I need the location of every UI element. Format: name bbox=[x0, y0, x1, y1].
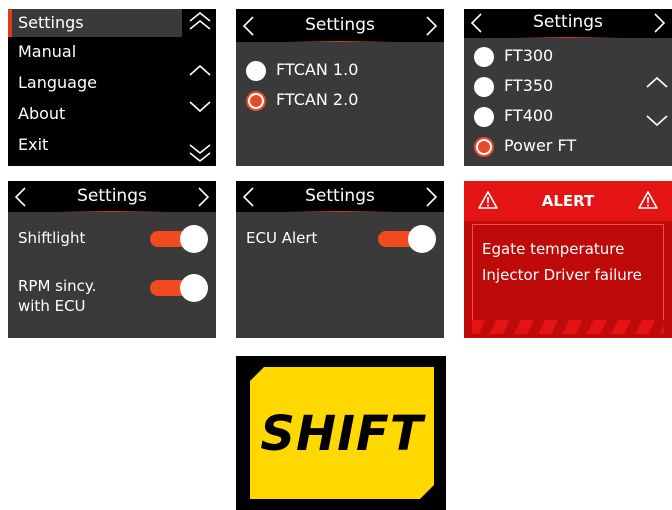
chevron-right-icon[interactable] bbox=[650, 12, 668, 34]
model-screen: Settings FT300 FT350 FT400 Power FT bbox=[464, 9, 672, 166]
radio-button[interactable] bbox=[246, 61, 266, 81]
chevron-up-icon[interactable] bbox=[187, 61, 213, 81]
shift-light-screen: SHIFT bbox=[236, 356, 446, 510]
header-accent-line bbox=[57, 211, 167, 212]
chevron-up-icon[interactable] bbox=[644, 73, 670, 93]
alert-message: Injector Driver failure bbox=[482, 266, 642, 284]
shiftlight-settings-screen: Settings Shiftlight RPM sincy. with ECU bbox=[8, 181, 216, 338]
alert-panel: ALERT Egate temperature Injector Driver … bbox=[464, 181, 672, 338]
screen-title: Settings bbox=[305, 15, 375, 35]
can-protocol-screen: Settings FTCAN 1.0 FTCAN 2.0 bbox=[236, 9, 444, 166]
alert-message: Egate temperature bbox=[482, 240, 625, 258]
screen-title: Settings bbox=[533, 12, 603, 32]
header-bar: Settings bbox=[236, 181, 444, 212]
alert-message-frame: Egate temperature Injector Driver failur… bbox=[472, 224, 664, 334]
ecu-alert-settings-screen: Settings ECU Alert bbox=[236, 181, 444, 338]
shift-label: SHIFT bbox=[260, 406, 424, 462]
radio-label: FT350 bbox=[504, 76, 554, 95]
rpm-sync-label-line-1: RPM sincy. bbox=[18, 277, 97, 295]
radio-button-selected[interactable] bbox=[474, 137, 494, 157]
ecu-alert-toggle[interactable] bbox=[378, 225, 436, 253]
rpm-sync-label: RPM sincy. with ECU bbox=[18, 276, 96, 316]
shiftlight-toggle[interactable] bbox=[150, 225, 208, 253]
ecu-alert-label: ECU Alert bbox=[246, 229, 318, 247]
radio-button[interactable] bbox=[474, 77, 494, 97]
header-accent-line bbox=[285, 41, 395, 42]
menu-item-settings[interactable]: Settings bbox=[8, 9, 182, 37]
double-chevron-up-icon[interactable] bbox=[187, 11, 213, 31]
hazard-stripes bbox=[472, 320, 664, 334]
menu-screen: Settings Manual Language About Exit bbox=[8, 9, 216, 166]
radio-label: FT300 bbox=[504, 46, 554, 65]
warning-icon bbox=[638, 191, 658, 209]
chevron-down-icon[interactable] bbox=[644, 111, 670, 131]
double-chevron-down-icon[interactable] bbox=[187, 143, 213, 163]
chevron-down-icon[interactable] bbox=[187, 97, 213, 117]
header-accent-line bbox=[513, 37, 623, 38]
menu-item-exit[interactable]: Exit bbox=[8, 131, 182, 159]
radio-label: Power FT bbox=[504, 136, 577, 155]
alert-screen: ALERT Egate temperature Injector Driver … bbox=[464, 181, 672, 338]
shiftlight-label: Shiftlight bbox=[18, 229, 86, 247]
toggle-knob bbox=[180, 274, 208, 302]
chevron-right-icon[interactable] bbox=[194, 186, 212, 208]
rpm-sync-label-line-2: with ECU bbox=[18, 297, 86, 315]
alert-header: ALERT bbox=[464, 181, 672, 221]
chevron-right-icon[interactable] bbox=[422, 186, 440, 208]
header-accent-line bbox=[285, 211, 395, 212]
radio-label: FTCAN 2.0 bbox=[276, 90, 359, 109]
radio-button-selected[interactable] bbox=[246, 91, 266, 111]
radio-button[interactable] bbox=[474, 47, 494, 67]
menu-item-manual[interactable]: Manual bbox=[8, 38, 182, 66]
header-bar: Settings bbox=[464, 9, 672, 38]
radio-label: FT400 bbox=[504, 106, 554, 125]
menu-item-about[interactable]: About bbox=[8, 100, 182, 128]
header-bar: Settings bbox=[8, 181, 216, 212]
chevron-right-icon[interactable] bbox=[422, 15, 440, 37]
toggle-knob bbox=[408, 225, 436, 253]
rpm-sync-toggle[interactable] bbox=[150, 274, 208, 302]
toggle-knob bbox=[180, 225, 208, 253]
menu-item-language[interactable]: Language bbox=[8, 69, 182, 97]
radio-button[interactable] bbox=[474, 107, 494, 127]
screen-title: Settings bbox=[305, 186, 375, 206]
radio-label: FTCAN 1.0 bbox=[276, 60, 359, 79]
screen-title: Settings bbox=[77, 186, 147, 206]
header-bar: Settings bbox=[236, 9, 444, 42]
